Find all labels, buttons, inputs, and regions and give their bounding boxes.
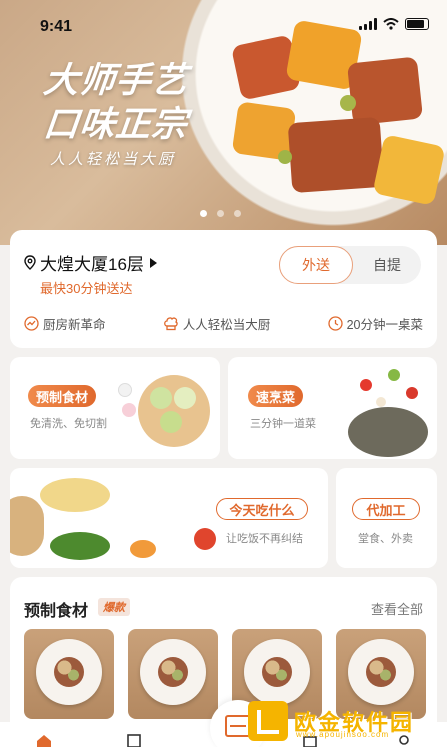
pepper-image bbox=[388, 369, 400, 381]
carousel-dot[interactable] bbox=[234, 210, 241, 217]
product-image bbox=[36, 639, 102, 705]
food-piece bbox=[346, 56, 424, 126]
egg-image bbox=[376, 397, 386, 407]
address-selector[interactable]: 大煌大厦16层 bbox=[24, 250, 157, 275]
promo-quick-cook[interactable]: 速烹菜 三分钟一道菜 bbox=[228, 357, 437, 459]
promo-prepared-ingredients[interactable]: 预制食材 免清洗、免切割 bbox=[10, 357, 220, 459]
product-image bbox=[244, 639, 310, 705]
hero-banner[interactable]: 9:41 大师手艺 口味正宗 人人轻松当大厨 bbox=[0, 0, 447, 245]
mode-pickup-button[interactable]: 自提 bbox=[353, 246, 421, 284]
status-time: 9:41 bbox=[40, 18, 73, 35]
carousel-indicator[interactable] bbox=[200, 210, 241, 217]
watermark: 欧金软件园 www.apoujinsoo.com bbox=[248, 699, 440, 743]
promo-desc: 让吃饭不再纠结 bbox=[226, 533, 303, 545]
onion-image bbox=[122, 403, 136, 417]
egg-image bbox=[118, 383, 132, 397]
delivery-eta: 最快30分钟送达 bbox=[40, 281, 133, 296]
hot-badge: 爆款 bbox=[98, 598, 130, 616]
promo-tag: 预制食材 bbox=[28, 385, 97, 407]
orange-image bbox=[130, 540, 156, 558]
chef-hat-icon bbox=[163, 317, 178, 331]
feature-label: 20分钟一桌菜 bbox=[346, 318, 423, 332]
product-image bbox=[348, 639, 414, 705]
feature-item: 人人轻松当大厨 bbox=[163, 314, 271, 333]
status-bar: 9:41 bbox=[0, 0, 447, 52]
broccoli-image bbox=[50, 532, 110, 560]
feature-label: 人人轻松当大厨 bbox=[182, 318, 271, 332]
trend-icon bbox=[24, 316, 39, 331]
carousel-dot[interactable] bbox=[200, 210, 207, 217]
wok-image bbox=[348, 407, 428, 457]
banner-title-line2: 口味正宗 bbox=[41, 105, 190, 144]
pea bbox=[340, 95, 356, 111]
carousel-dot[interactable] bbox=[217, 210, 224, 217]
vegetable-image bbox=[174, 387, 196, 409]
feature-item: 20分钟一桌菜 bbox=[327, 314, 423, 333]
mode-delivery-button[interactable]: 外送 bbox=[279, 246, 353, 284]
promo-tag: 代加工 bbox=[352, 498, 420, 520]
vegetable-image bbox=[160, 411, 182, 433]
battery-icon bbox=[405, 18, 429, 30]
vegetable-image bbox=[150, 387, 172, 409]
feature-label: 厨房新革命 bbox=[43, 318, 106, 332]
delivery-mode-toggle[interactable]: 外送 自提 bbox=[279, 246, 421, 284]
product-card[interactable] bbox=[128, 629, 218, 719]
promo-desc: 免清洗、免切割 bbox=[30, 418, 107, 430]
promo-desc: 三分钟一道菜 bbox=[250, 418, 316, 430]
location-pin-icon bbox=[24, 255, 36, 270]
pea bbox=[278, 150, 292, 164]
section-title: 预制食材 bbox=[24, 603, 89, 620]
location-card: 大煌大厦16层 最快30分钟送达 外送 自提 厨房新革命 人人轻松当大厨 20分… bbox=[10, 230, 437, 348]
banner-subtitle: 人人轻松当大厨 bbox=[50, 151, 177, 168]
feature-item: 厨房新革命 bbox=[24, 314, 106, 333]
status-icons bbox=[359, 18, 429, 30]
promo-tag: 今天吃什么 bbox=[216, 498, 308, 520]
bread-image bbox=[10, 496, 44, 556]
wifi-icon bbox=[383, 18, 399, 30]
address-text: 大煌大厦16层 bbox=[40, 255, 144, 274]
signal-icon bbox=[359, 18, 377, 30]
watermark-url: www.apoujinsoo.com bbox=[296, 730, 390, 739]
promo-desc: 堂食、外卖 bbox=[358, 533, 413, 545]
product-image bbox=[140, 639, 206, 705]
tomato-image bbox=[360, 379, 372, 391]
menu-icon[interactable] bbox=[126, 734, 142, 747]
home-icon[interactable] bbox=[36, 734, 52, 747]
pasta-image bbox=[40, 478, 110, 512]
see-all-link[interactable]: 查看全部 bbox=[371, 599, 423, 618]
tomato-image bbox=[406, 387, 418, 399]
promo-processing[interactable]: 代加工 堂食、外卖 bbox=[336, 468, 437, 568]
feature-highlights: 厨房新革命 人人轻松当大厨 20分钟一桌菜 bbox=[24, 314, 423, 333]
product-card[interactable] bbox=[24, 629, 114, 719]
watermark-logo-icon bbox=[248, 701, 288, 741]
promo-tag: 速烹菜 bbox=[248, 385, 304, 407]
caret-right-icon bbox=[149, 257, 157, 268]
clock-icon bbox=[327, 316, 343, 331]
food-piece bbox=[287, 116, 385, 194]
promo-what-to-eat-today[interactable]: 今天吃什么 让吃饭不再纠结 bbox=[10, 468, 328, 568]
tomato-image bbox=[194, 528, 216, 550]
food-piece bbox=[372, 134, 446, 206]
